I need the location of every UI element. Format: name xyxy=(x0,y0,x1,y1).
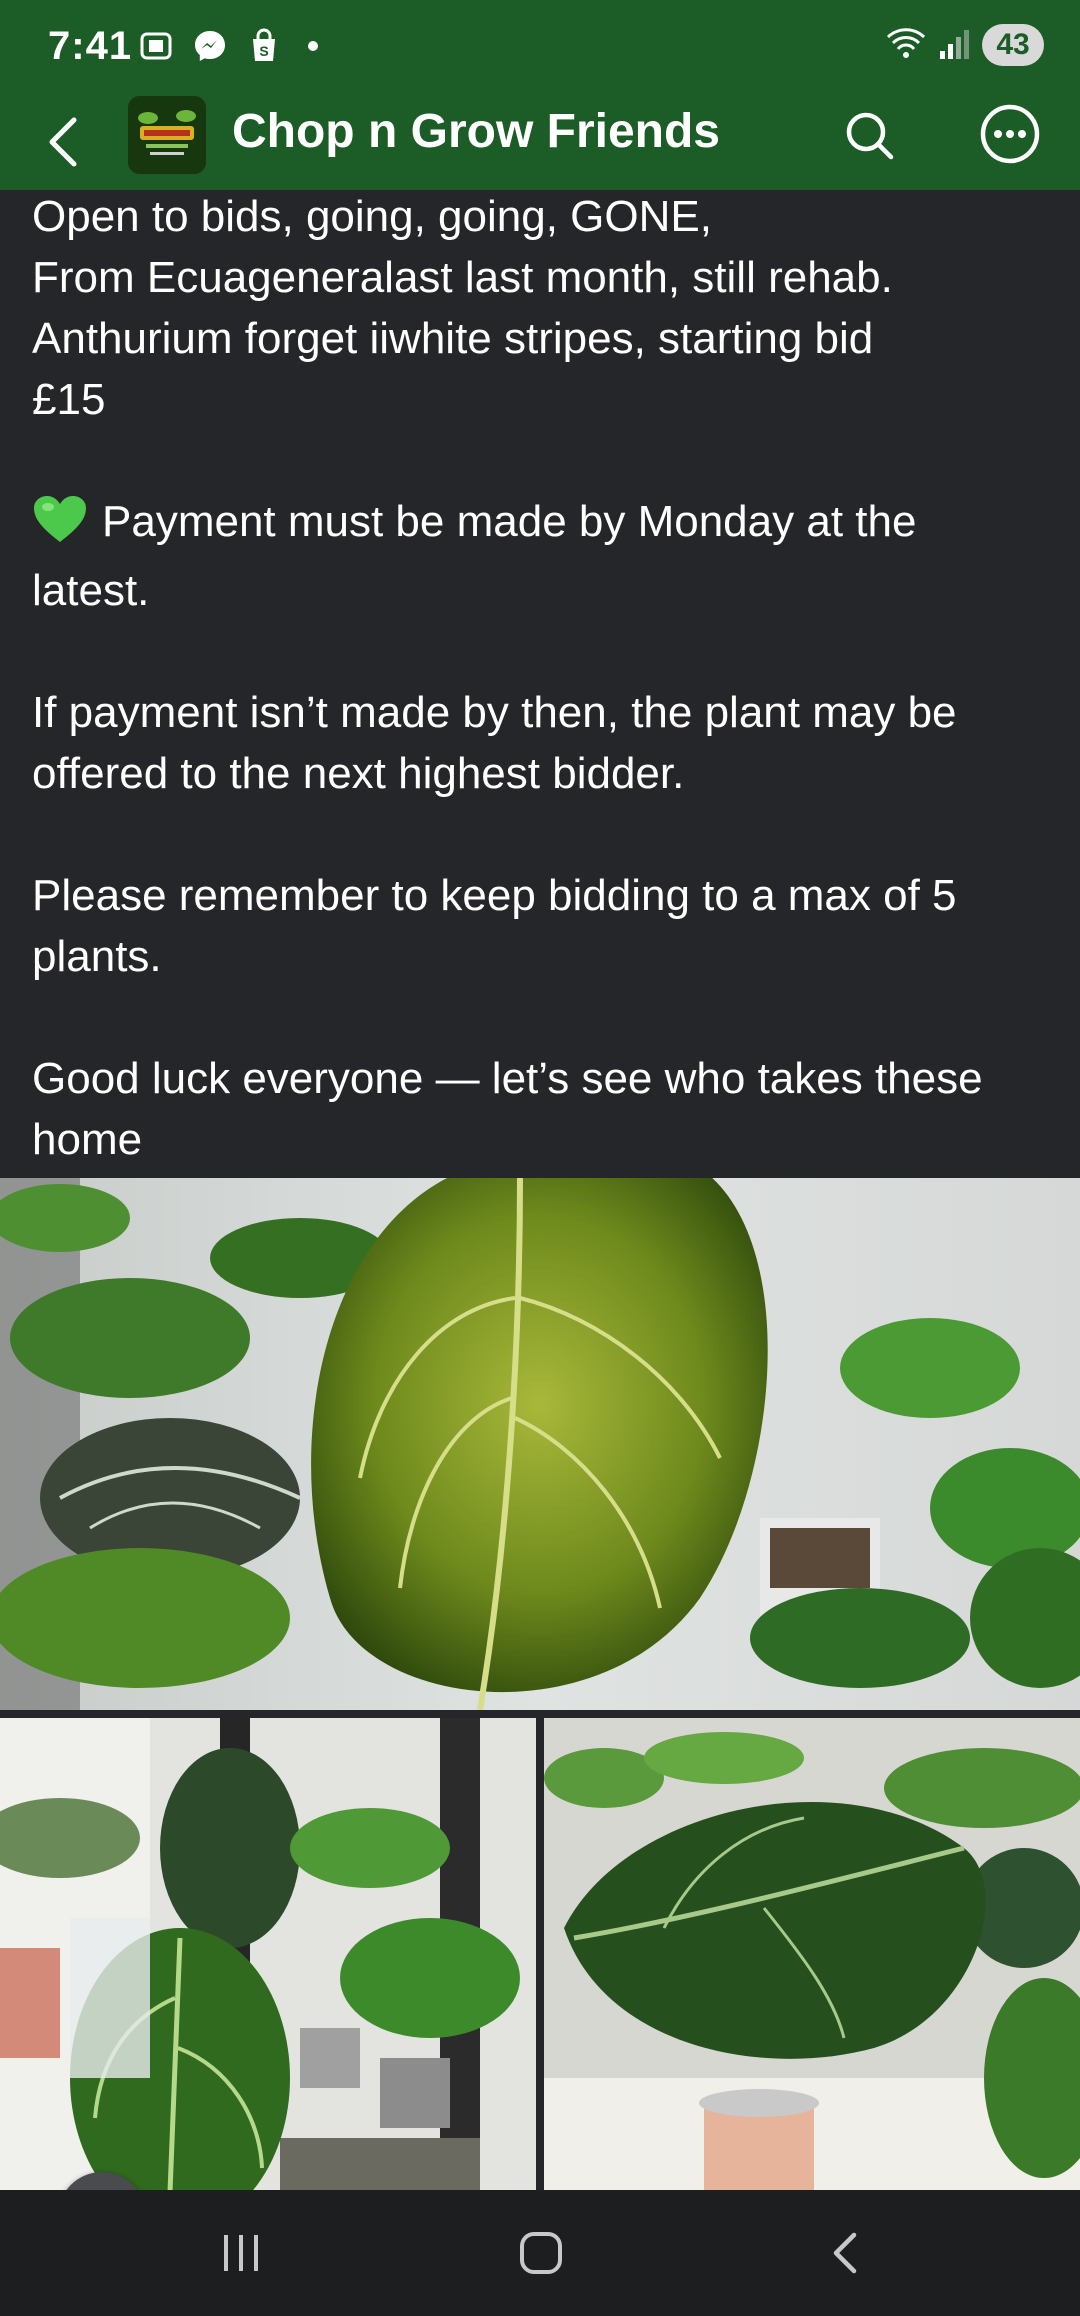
group-header: Chop n Grow Friends xyxy=(0,96,1080,190)
home-icon xyxy=(520,2232,562,2274)
payment-line-cont: latest. xyxy=(32,566,150,615)
post-line: From Ecuageneralast last month, still re… xyxy=(32,253,893,302)
search-button[interactable] xyxy=(836,102,904,170)
wifi-icon xyxy=(884,25,928,66)
status-bar: 7:41 S 43 xyxy=(0,0,1080,96)
home-button[interactable] xyxy=(496,2218,586,2288)
more-options-button[interactable] xyxy=(976,100,1044,168)
search-icon xyxy=(846,112,894,160)
payment-line: Payment must be made by Monday at the xyxy=(32,491,1052,560)
payment-text: Payment must be made by Monday at the xyxy=(102,497,917,546)
group-title[interactable]: Chop n Grow Friends xyxy=(232,104,720,159)
post-body: Open to bids, going, going, GONE, From E… xyxy=(32,186,1052,1170)
chevron-left-icon xyxy=(49,117,77,167)
luck-line: Good luck everyone — let’s see who takes… xyxy=(32,1054,983,1103)
back-icon xyxy=(833,2232,857,2274)
notification-icons: S xyxy=(138,28,318,64)
battery-indicator: 43 xyxy=(982,24,1044,66)
post-line: £15 xyxy=(32,375,106,424)
post-photo-2[interactable] xyxy=(0,1718,536,2192)
svg-text:S: S xyxy=(259,43,268,59)
status-time: 7:41 xyxy=(48,24,133,68)
limit-line-cont: plants. xyxy=(32,932,162,981)
notice-line-cont: offered to the next highest bidder. xyxy=(32,749,685,798)
screenshot-icon xyxy=(138,28,174,64)
green-heart-icon xyxy=(32,494,88,560)
post-line: Anthurium forget iiwhite stripes, starti… xyxy=(32,314,874,363)
luck-line-cont: home xyxy=(32,1115,143,1164)
status-right: 43 xyxy=(884,24,1044,66)
notice-line: If payment isn’t made by then, the plant… xyxy=(32,688,957,737)
shopping-bag-icon: S xyxy=(246,28,282,64)
group-avatar[interactable] xyxy=(128,96,206,174)
post-photo-main[interactable] xyxy=(0,1178,1080,1710)
top-bar: 7:41 S 43 Chop n Grow Friends xyxy=(0,0,1080,190)
recents-button[interactable] xyxy=(196,2218,286,2288)
messenger-icon xyxy=(192,28,228,64)
more-notifications-dot xyxy=(308,41,318,51)
recents-icon xyxy=(224,2235,258,2271)
limit-line: Please remember to keep bidding to a max… xyxy=(32,871,957,920)
more-horizontal-icon xyxy=(980,104,1040,164)
post-line: Open to bids, going, going, GONE, xyxy=(32,192,712,241)
system-nav-bar xyxy=(0,2190,1080,2316)
post-photo-3[interactable] xyxy=(544,1718,1080,2192)
nav-back-button[interactable] xyxy=(800,2218,890,2288)
signal-icon xyxy=(938,25,972,66)
back-button[interactable] xyxy=(36,108,92,176)
